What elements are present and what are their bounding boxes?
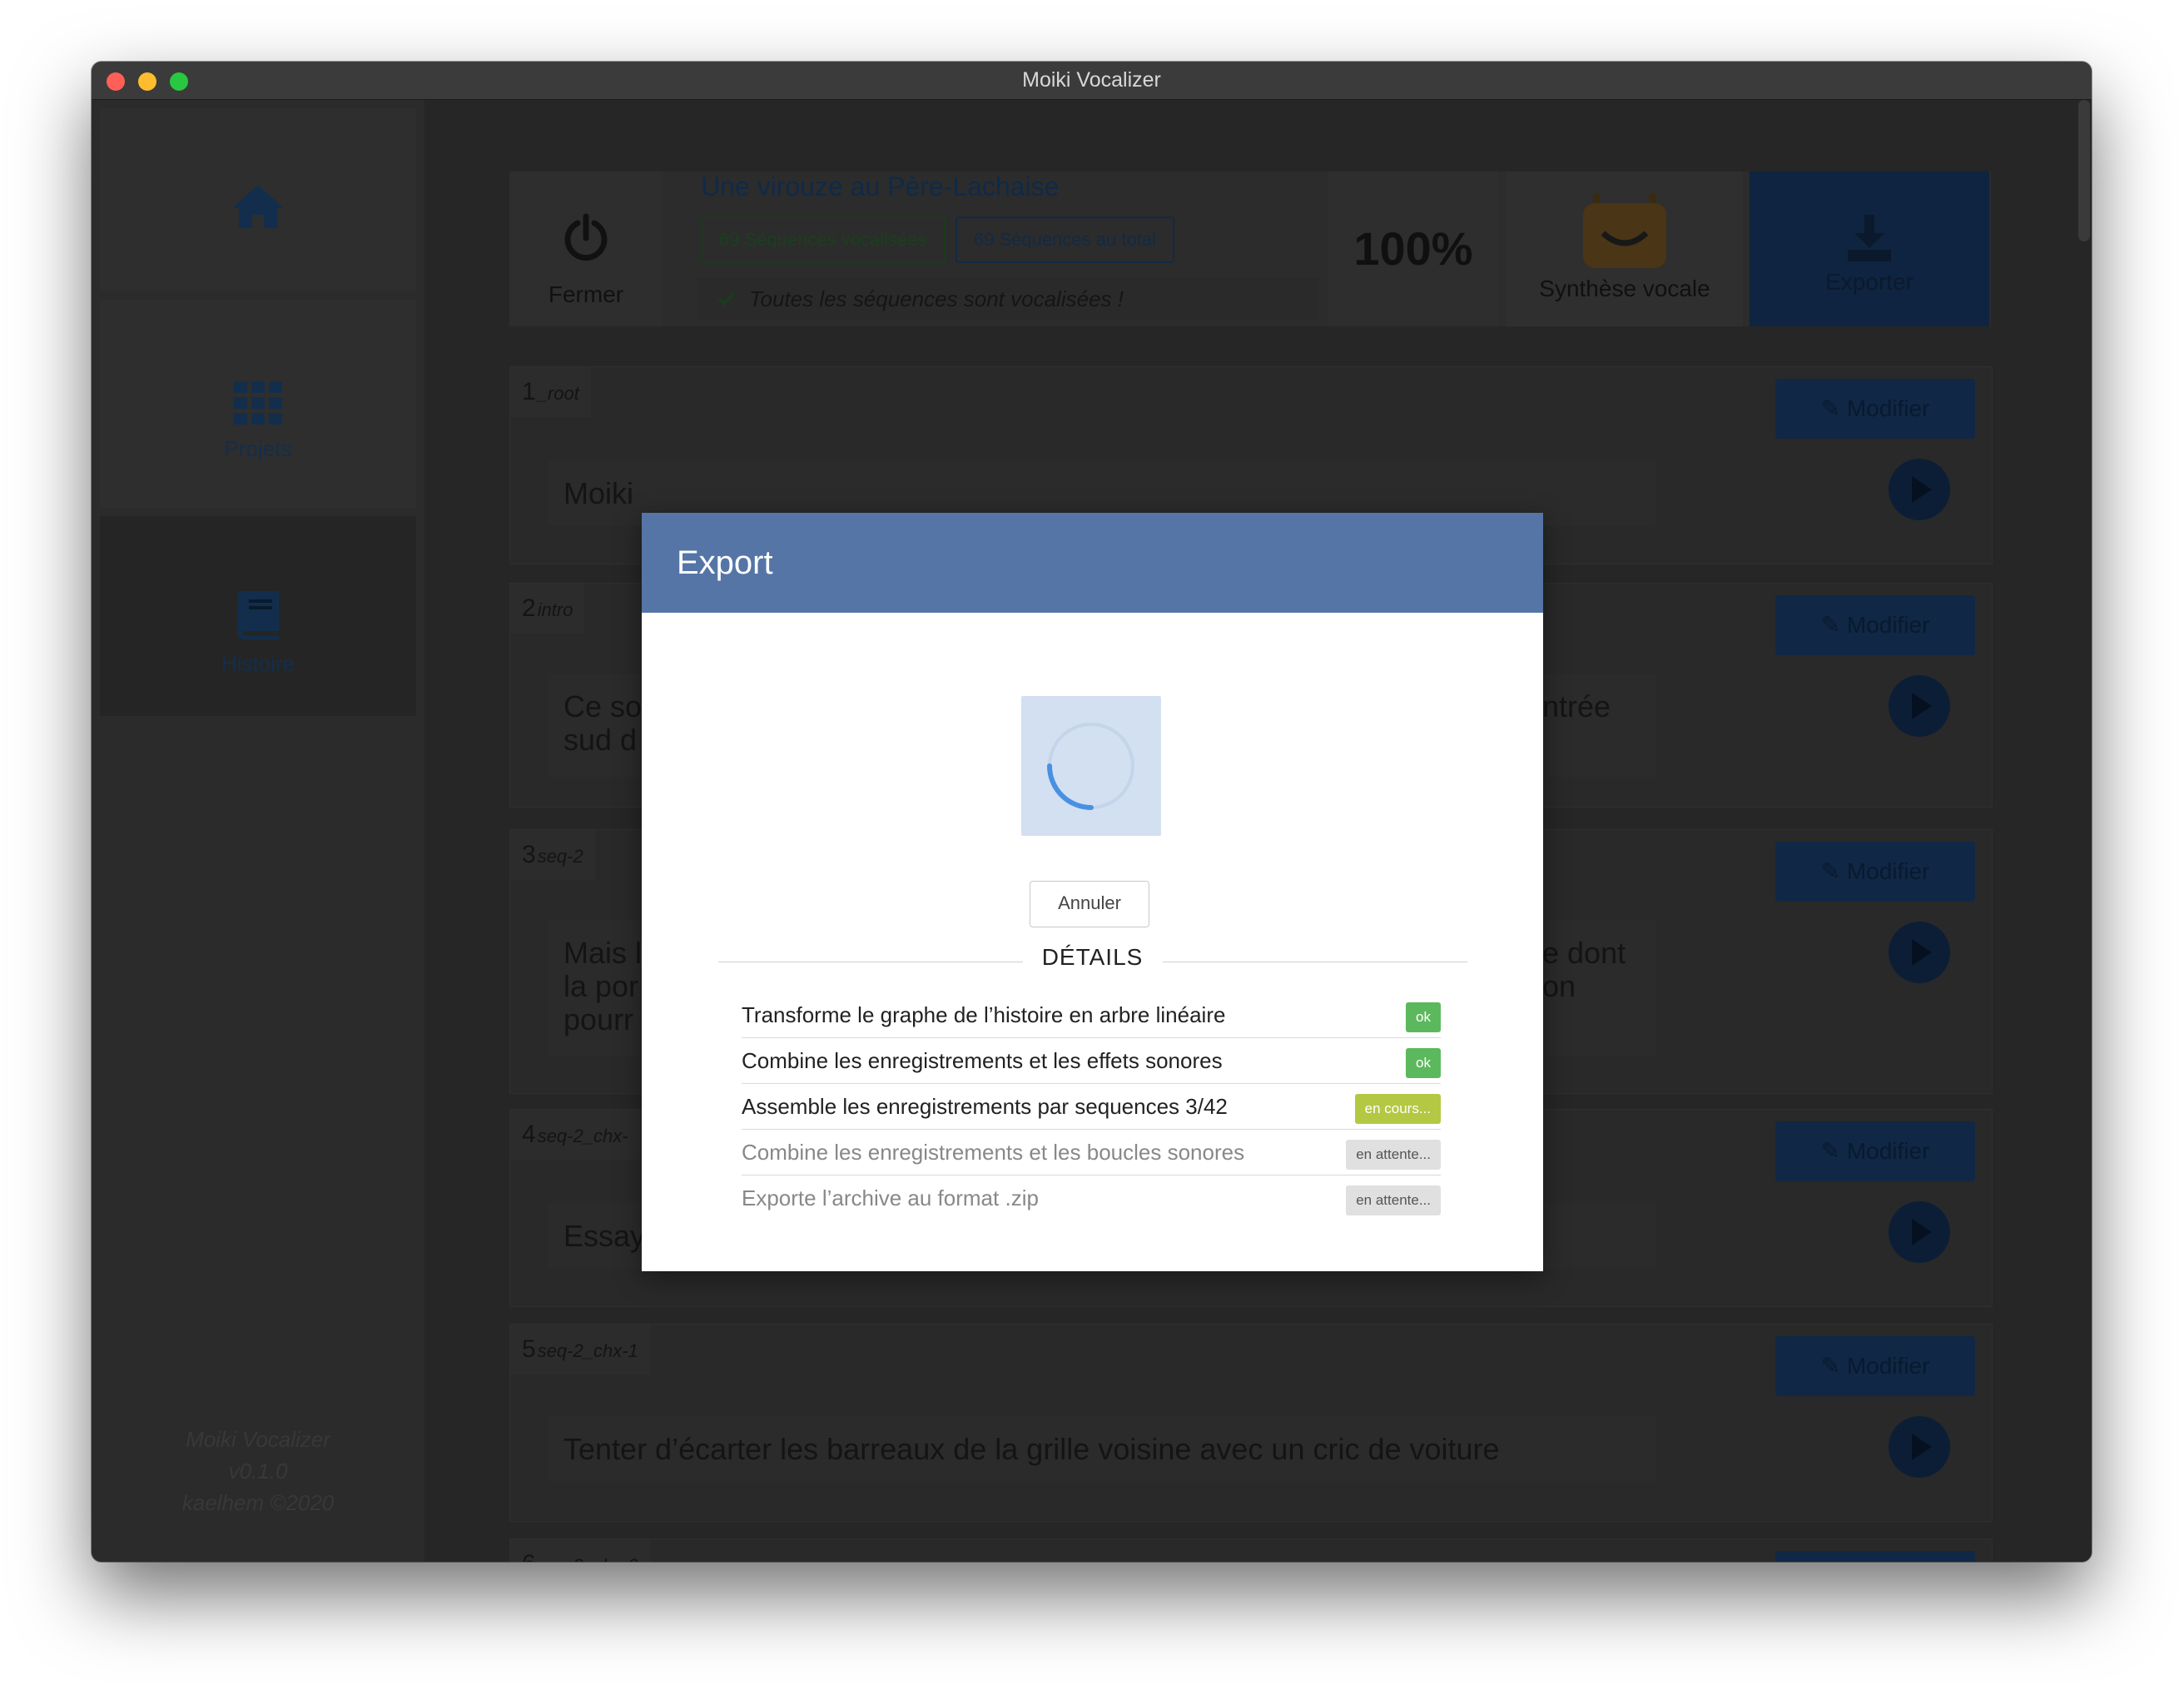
status-badge: en attente... — [1346, 1185, 1441, 1215]
step-label: Transforme le graphe de l’histoire en ar… — [742, 1002, 1226, 1027]
step-row: Assemble les enregistrements par sequenc… — [742, 1084, 1441, 1130]
status-badge: ok — [1406, 1002, 1441, 1032]
details-title: DÉTAILS — [1041, 944, 1144, 970]
step-row: Exporte l’archive au format .zip en atte… — [742, 1176, 1441, 1220]
step-row: Transforme le graphe de l’histoire en ar… — [742, 992, 1441, 1038]
cancel-button[interactable]: Annuler — [1030, 881, 1149, 927]
close-window-button[interactable] — [107, 72, 125, 91]
modal-title: Export — [677, 544, 773, 581]
minimize-window-button[interactable] — [138, 72, 156, 91]
window-title: Moiki Vocalizer — [1022, 68, 1161, 92]
step-label: Combine les enregistrements et les boucl… — [742, 1140, 1245, 1165]
step-row: Combine les enregistrements et les boucl… — [742, 1130, 1441, 1176]
app-window: Moiki Vocalizer Projets Histoire Moiki V… — [92, 62, 2092, 1562]
modal-header: Export — [642, 513, 1543, 613]
status-badge: en cours... — [1354, 1094, 1441, 1124]
status-badge: en attente... — [1346, 1140, 1441, 1170]
step-label: Assemble les enregistrements par sequenc… — [742, 1094, 1228, 1119]
spinner-icon — [1047, 723, 1134, 810]
step-row: Combine les enregistrements et les effet… — [742, 1038, 1441, 1084]
export-modal: Export Annuler DÉTAILS Transforme le gra… — [642, 513, 1543, 1271]
step-label: Exporte l’archive au format .zip — [742, 1185, 1039, 1210]
loading-spinner — [1021, 696, 1161, 836]
modal-overlay: Export Annuler DÉTAILS Transforme le gra… — [92, 100, 2092, 1562]
app-body: Projets Histoire Moiki Vocalizer v0.1.0 … — [92, 100, 2092, 1562]
status-badge: ok — [1406, 1048, 1441, 1078]
titlebar: Moiki Vocalizer — [92, 62, 2092, 100]
maximize-window-button[interactable] — [170, 72, 188, 91]
step-label: Combine les enregistrements et les effet… — [742, 1048, 1223, 1073]
